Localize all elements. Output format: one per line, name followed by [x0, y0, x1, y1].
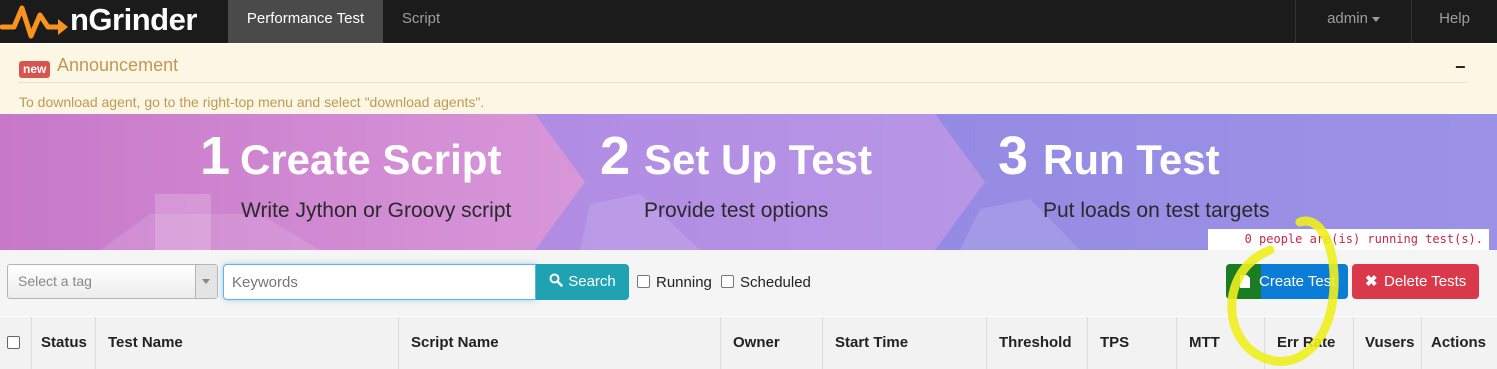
scheduled-filter-label[interactable]: Scheduled [740, 274, 811, 291]
delete-tests-label: Delete Tests [1384, 273, 1467, 290]
search-button-label: Search [568, 273, 616, 290]
announcement-text: To download agent, go to the right-top m… [19, 94, 485, 110]
divider [1353, 317, 1354, 369]
step-2-title: Set Up Test [644, 136, 872, 183]
divider [95, 317, 96, 369]
chevron-down-icon[interactable] [195, 265, 217, 298]
column-start-time[interactable]: Start Time [835, 334, 908, 351]
column-script-name[interactable]: Script Name [411, 334, 499, 351]
tag-select-placeholder: Select a tag [18, 273, 92, 289]
search-button[interactable]: Search [536, 264, 629, 300]
delete-tests-button[interactable]: ✖ Delete Tests [1352, 264, 1479, 299]
column-vusers[interactable]: Vusers [1365, 334, 1414, 351]
step-1-subtitle: Write Jython or Groovy script [241, 199, 512, 222]
tab-performance-test[interactable]: Performance Test [228, 0, 383, 43]
collapse-announcement-button[interactable]: − [1455, 57, 1466, 78]
divider [720, 317, 721, 369]
file-icon [1240, 275, 1250, 288]
step-2-number: 2 [600, 126, 631, 186]
scheduled-filter-checkbox[interactable] [721, 275, 734, 288]
column-threshold[interactable]: Threshold [999, 334, 1072, 351]
column-tps[interactable]: TPS [1100, 334, 1129, 351]
divider [822, 317, 823, 369]
column-owner[interactable]: Owner [733, 334, 780, 351]
step-2-subtitle: Provide test options [644, 199, 829, 222]
chevron-down-icon [1371, 16, 1380, 22]
divider [1421, 317, 1422, 369]
divider [1176, 317, 1177, 369]
ngrinder-logo-icon [0, 5, 68, 39]
column-mtt[interactable]: MTT [1189, 334, 1220, 351]
divider [1264, 317, 1265, 369]
column-status[interactable]: Status [41, 334, 87, 351]
divider [986, 317, 987, 369]
tab-script[interactable]: Script [388, 0, 454, 43]
tag-select[interactable]: Select a tag [7, 264, 218, 299]
create-test-label: Create Test [1259, 273, 1336, 290]
divider [18, 82, 1468, 83]
brand-logo[interactable]: nGrinder [0, 0, 228, 43]
step-1-number: 1 [200, 126, 231, 186]
running-filter-checkbox[interactable] [637, 275, 650, 288]
divider [398, 317, 399, 369]
running-tests-status: 0 people are(is) running test(s). [1208, 229, 1489, 250]
keywords-input[interactable] [223, 264, 536, 300]
column-err-rate[interactable]: Err Rate [1277, 334, 1335, 351]
help-link[interactable]: Help [1412, 0, 1497, 43]
search-icon [549, 273, 563, 287]
running-filter-label[interactable]: Running [656, 274, 712, 291]
step-1-title: Create Script [240, 136, 502, 183]
step-3-title: Run Test [1043, 136, 1220, 183]
column-actions[interactable]: Actions [1431, 334, 1486, 351]
step-3-subtitle: Put loads on test targets [1043, 199, 1270, 222]
step-3-number: 3 [998, 126, 1029, 186]
select-all-checkbox[interactable] [7, 336, 20, 349]
user-menu[interactable]: admin [1296, 0, 1411, 43]
create-test-button[interactable]: Create Test [1226, 264, 1348, 299]
divider [1087, 317, 1088, 369]
close-icon: ✖ [1365, 273, 1378, 290]
user-menu-label: admin [1327, 10, 1368, 27]
brand-name: nGrinder [70, 2, 197, 37]
column-test-name[interactable]: Test Name [108, 334, 183, 351]
announcement-title[interactable]: Announcement [57, 55, 178, 76]
divider [31, 317, 32, 369]
new-badge: new [19, 61, 51, 78]
